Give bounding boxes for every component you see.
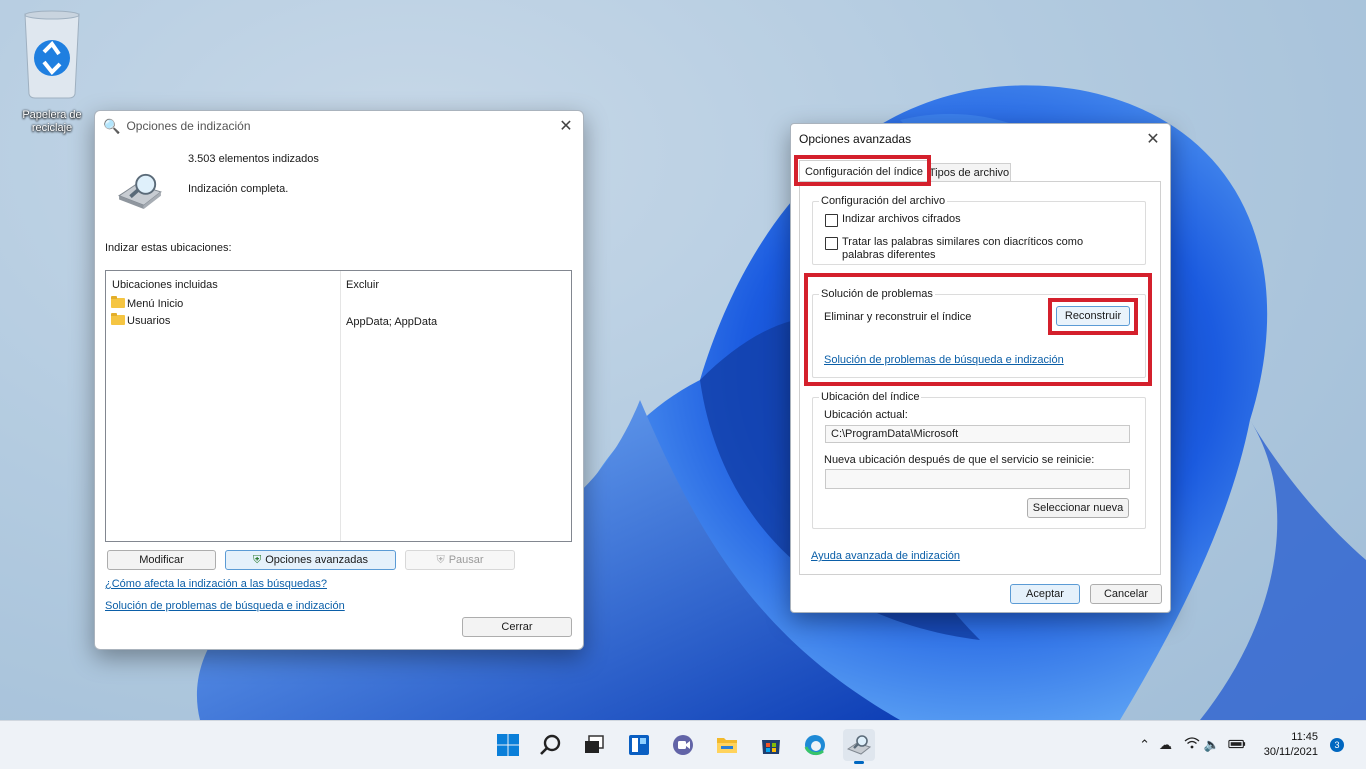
folder-icon xyxy=(111,313,125,325)
shield-icon: ⛨ xyxy=(436,553,445,566)
store-bag-icon xyxy=(762,740,780,754)
chevron-up-icon[interactable]: ⌃ xyxy=(1139,737,1150,753)
close-button[interactable]: Cerrar xyxy=(462,617,572,637)
ok-button[interactable]: Aceptar xyxy=(1010,584,1080,604)
current-location-field: C:\ProgramData\Microsoft xyxy=(825,425,1130,443)
shield-icon: ⛨ xyxy=(253,553,262,566)
task-view-icon[interactable] xyxy=(578,729,610,761)
start-icon[interactable] xyxy=(492,729,524,761)
column-divider xyxy=(340,271,341,541)
indexing-options-icon xyxy=(847,735,871,755)
list-item[interactable]: Usuarios xyxy=(111,313,170,327)
clock-time: 11:45 xyxy=(1291,731,1318,743)
new-location-label: Nueva ubicación después de que el servic… xyxy=(824,454,1095,466)
checkbox-box xyxy=(825,237,838,250)
checkbox-box xyxy=(825,214,838,227)
modify-button[interactable]: Modificar xyxy=(107,550,216,570)
widgets-glyph-icon xyxy=(629,735,649,755)
onedrive-cloud-icon[interactable]: ☁ xyxy=(1159,737,1172,753)
advanced-options-button[interactable]: ⛨ Opciones avanzadas xyxy=(225,550,396,570)
indexing-status: Indización completa. xyxy=(188,183,289,195)
how-indexing-affects-link[interactable]: ¿Cómo afecta la indización a las búsqued… xyxy=(105,578,327,590)
tab-file-types[interactable]: Tipos de archivo xyxy=(927,163,1011,182)
chat-icon[interactable] xyxy=(667,729,699,761)
diacritics-checkbox[interactable]: Tratar las palabras similares con diacrí… xyxy=(825,236,1125,262)
edge-icon[interactable] xyxy=(799,729,831,761)
battery-glyph-icon xyxy=(1228,739,1246,749)
title-bar: 🔍 Opciones de indización xyxy=(95,111,583,141)
search-icon[interactable] xyxy=(535,729,567,761)
volume-icon[interactable]: 🔈 xyxy=(1204,737,1220,753)
widgets-icon[interactable] xyxy=(623,729,655,761)
clock-date: 30/11/2021 xyxy=(1263,746,1318,758)
close-icon[interactable]: ✕ xyxy=(1144,130,1162,148)
advanced-options-window: Opciones avanzadas ✕ Configuración del í… xyxy=(790,123,1171,613)
troubleshoot-link[interactable]: Solución de problemas de búsqueda e indi… xyxy=(105,600,345,612)
current-location-label: Ubicación actual: xyxy=(824,409,908,421)
highlight-tab xyxy=(794,155,931,186)
indexing-drive-icon xyxy=(118,173,162,209)
store-icon[interactable] xyxy=(755,729,787,761)
folder-icon xyxy=(111,296,125,308)
list-item-exclude: AppData; AppData xyxy=(346,316,438,328)
task-view-glyph-icon xyxy=(585,735,604,753)
indexed-count: 3.503 elementos indizados xyxy=(188,153,319,165)
notification-badge[interactable]: 3 xyxy=(1330,738,1344,752)
teams-chat-icon xyxy=(673,735,693,755)
window-title: Opciones de indización xyxy=(126,119,251,133)
file-settings-label: Configuración del archivo xyxy=(819,195,948,207)
indexing-options-taskbar-icon[interactable] xyxy=(843,729,875,764)
cancel-button[interactable]: Cancelar xyxy=(1090,584,1162,604)
pause-button[interactable]: ⛨ Pausar xyxy=(405,550,515,570)
new-location-field xyxy=(825,469,1130,489)
wifi-glyph-icon xyxy=(1184,737,1200,749)
index-location-label: Ubicación del índice xyxy=(819,391,922,403)
recycle-bin-label: Papelera de reciclaje xyxy=(22,109,82,134)
column-header-included[interactable]: Ubicaciones incluidas xyxy=(112,279,218,291)
folder-icon xyxy=(717,738,737,753)
indexing-options-window: 🔍 Opciones de indización ✕ 3.503 element… xyxy=(94,110,584,650)
encrypt-files-checkbox[interactable]: Indizar archivos cifrados xyxy=(825,213,961,227)
edge-browser-icon xyxy=(804,735,825,756)
title-bar: Opciones avanzadas xyxy=(791,124,1170,154)
indexing-options-icon: 🔍 xyxy=(103,117,121,134)
window-title: Opciones avanzadas xyxy=(799,132,912,146)
file-explorer-icon[interactable] xyxy=(711,729,743,761)
select-new-button[interactable]: Seleccionar nueva xyxy=(1027,498,1129,518)
advanced-help-link[interactable]: Ayuda avanzada de indización xyxy=(811,550,960,562)
windows-logo-icon xyxy=(497,734,519,756)
column-header-exclude[interactable]: Excluir xyxy=(346,279,379,291)
recycle-bin-icon xyxy=(24,10,80,99)
locations-list[interactable]: Ubicaciones incluidas Excluir Menú Inici… xyxy=(105,270,572,542)
list-item[interactable]: Menú Inicio xyxy=(111,296,183,310)
close-icon[interactable]: ✕ xyxy=(557,117,575,135)
recycle-bin[interactable]: Papelera de reciclaje xyxy=(10,8,94,135)
taskbar: ⌃ ☁ 🔈 11:45 30/11/2021 3 xyxy=(0,720,1366,769)
highlight-rebuild xyxy=(1048,298,1138,335)
locations-heading: Indizar estas ubicaciones: xyxy=(105,242,232,254)
battery-icon[interactable] xyxy=(1228,737,1246,752)
magnifier-icon xyxy=(540,734,561,755)
wifi-icon[interactable] xyxy=(1184,737,1200,752)
clock[interactable]: 11:45 30/11/2021 xyxy=(1264,730,1318,760)
